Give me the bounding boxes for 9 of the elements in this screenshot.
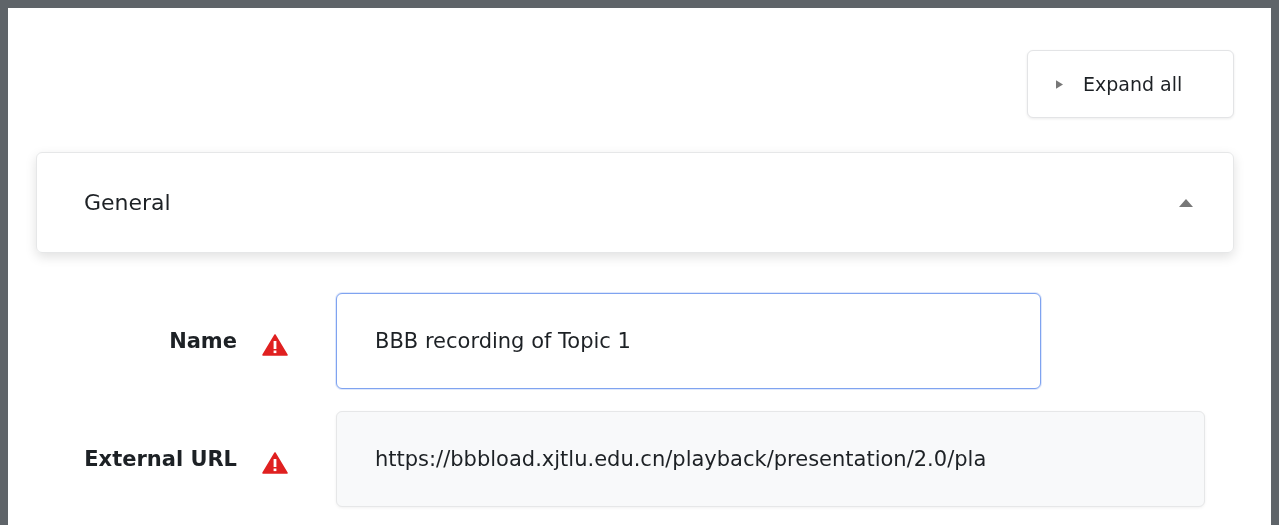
caret-icon [1179,198,1193,207]
input-field[interactable]: https://bbbload.xjtlu.edu.cn/playback/presentation/2.0/pla [336,411,1205,507]
section-title: General [84,190,171,215]
input-field[interactable]: BBB recording of Topic 1 [336,293,1041,389]
field-label: External URL [84,447,237,471]
expand-all-button[interactable]: Expand all [1027,50,1234,118]
section-header[interactable]: General [36,152,1234,253]
field-label: Name [169,329,237,353]
caret-icon [1056,78,1063,90]
